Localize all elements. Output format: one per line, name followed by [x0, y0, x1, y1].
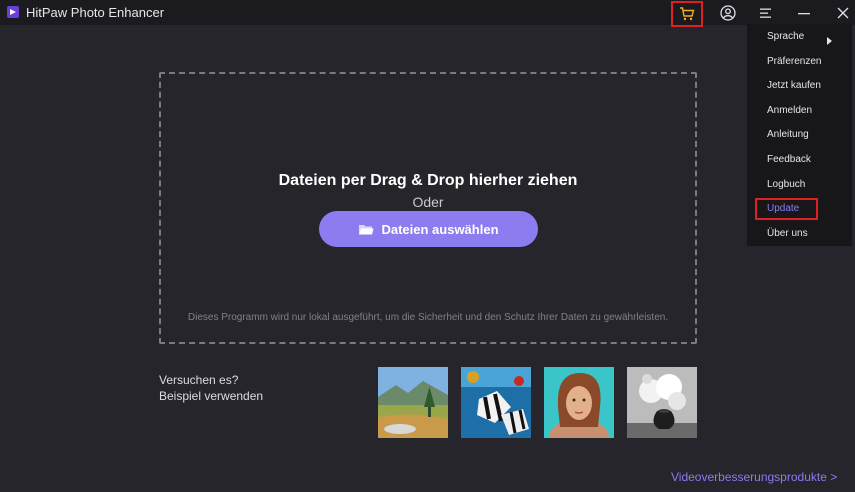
privacy-note: Dieses Programm wird nur lokal ausgeführ…	[187, 312, 669, 323]
cart-button[interactable]	[671, 1, 703, 27]
shopping-cart-icon	[680, 7, 695, 21]
menu-item-language-label: Sprache	[767, 31, 805, 42]
sample-image-portrait[interactable]	[544, 367, 614, 438]
user-account-icon	[720, 4, 736, 21]
menu-button[interactable]	[749, 0, 783, 25]
close-icon	[837, 7, 849, 18]
minimize-icon	[798, 12, 810, 14]
sample-prompt-line2: Beispiel verwenden	[159, 389, 264, 403]
sample-image-fish[interactable]	[461, 367, 531, 438]
menu-item-preferences[interactable]: Präferenzen	[767, 56, 821, 67]
menu-item-update[interactable]: Update	[767, 203, 799, 214]
menu-item-feedback[interactable]: Feedback	[767, 154, 811, 165]
select-files-label: Dateien auswählen	[381, 221, 499, 237]
folder-open-icon	[359, 224, 374, 234]
video-enhancement-products-link[interactable]: Videoverbesserungsprodukte >	[671, 470, 837, 484]
menu-item-sign-in[interactable]: Anmelden	[767, 105, 812, 116]
menu-item-language[interactable]: Sprache	[767, 31, 844, 45]
close-button[interactable]	[826, 0, 855, 25]
drop-zone-title: Dateien per Drag & Drop hierher ziehen	[278, 172, 578, 189]
sample-image-landscape[interactable]	[378, 367, 448, 438]
drop-zone-or-label: Oder	[412, 194, 444, 210]
sample-prompt: Versuchen es? Beispiel verwenden	[159, 372, 263, 404]
sample-image-flowers[interactable]	[627, 367, 697, 438]
user-account-button[interactable]	[711, 0, 745, 25]
menu-item-guide[interactable]: Anleitung	[767, 129, 809, 140]
title-bar: HitPaw Photo Enhancer	[0, 0, 855, 27]
menu-item-log[interactable]: Logbuch	[767, 179, 805, 190]
submenu-arrow-icon	[827, 37, 832, 45]
hitpaw-logo-icon	[7, 6, 19, 18]
file-drop-zone[interactable]: Dateien per Drag & Drop hierher ziehen O…	[159, 72, 697, 344]
sample-prompt-line1: Versuchen es?	[159, 373, 239, 387]
hamburger-menu-icon	[760, 8, 771, 18]
menu-item-buy-now[interactable]: Jetzt kaufen	[767, 80, 821, 91]
minimize-button[interactable]	[787, 0, 821, 25]
main-menu-dropdown: Sprache Präferenzen Jetzt kaufen Anmelde…	[747, 24, 852, 246]
menu-item-about[interactable]: Über uns	[767, 228, 808, 239]
app-title: HitPaw Photo Enhancer	[26, 5, 165, 20]
select-files-button[interactable]: Dateien auswählen	[319, 211, 538, 247]
